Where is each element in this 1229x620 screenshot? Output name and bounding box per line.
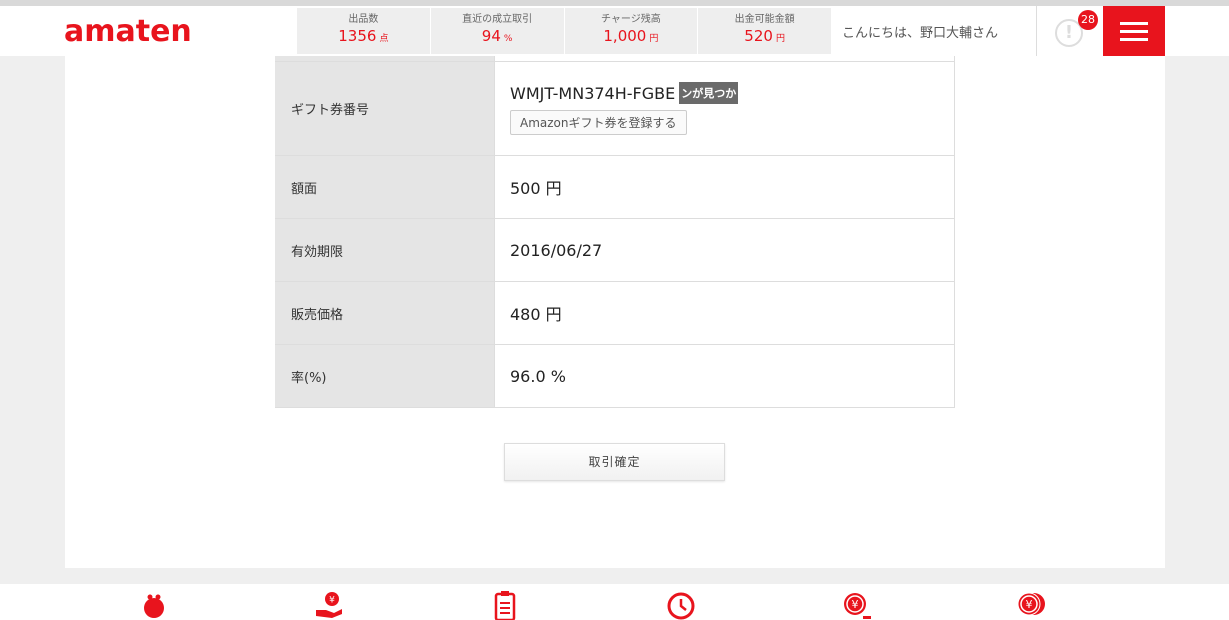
table-row-price: 販売価格 480 円: [275, 282, 955, 345]
transaction-detail-table: ギフト券番号 WMJT-MN374H-FGBE ンが見つか Amazonギフト券…: [275, 56, 955, 408]
stat-label: 出品数: [348, 14, 379, 25]
row-label: 販売価格: [275, 282, 495, 344]
stat-value: 1356: [338, 27, 377, 45]
stat-listings[interactable]: 出品数 1356 点: [297, 8, 431, 54]
notifications-button[interactable]: ! 28: [1036, 6, 1103, 56]
value-cell: [495, 56, 955, 61]
row-value: 500 円: [495, 156, 955, 218]
yen-coins-icon[interactable]: ¥: [1016, 590, 1046, 620]
footer-nav: ¥ ¥ ¥: [0, 584, 1229, 620]
row-value: 2016/06/27: [495, 219, 955, 281]
table-row-rate: 率(%) 96.0 %: [275, 345, 955, 408]
row-label: ギフト券番号: [275, 62, 495, 155]
register-amazon-gift-button[interactable]: Amazonギフト券を登録する: [510, 110, 687, 135]
stat-withdrawable[interactable]: 出金可能金額 520 円: [698, 8, 831, 54]
menu-bar-icon: [1120, 22, 1148, 25]
clock-icon[interactable]: [666, 590, 696, 620]
stat-unit: 円: [775, 34, 785, 44]
gift-code: WMJT-MN374H-FGBE: [510, 83, 676, 103]
svg-text:¥: ¥: [852, 598, 859, 611]
svg-text:¥: ¥: [329, 596, 335, 606]
site-header: amaten 出品数 1356 点 直近の成立取引 94% チャージ残高 1,00…: [0, 6, 1229, 56]
row-label: 額面: [275, 156, 495, 218]
stat-label: 出金可能金額: [734, 14, 795, 25]
stat-recent-trades[interactable]: 直近の成立取引 94%: [431, 8, 565, 54]
row-value: 480 円: [495, 282, 955, 344]
hand-yen-icon[interactable]: ¥: [314, 590, 344, 620]
row-value: 96.0 %: [495, 345, 955, 407]
table-row-face-value: 額面 500 円: [275, 156, 955, 219]
logo[interactable]: amaten: [64, 14, 192, 49]
stats-bar: 出品数 1356 点 直近の成立取引 94% チャージ残高 1,000 円 出金可能…: [297, 8, 831, 54]
table-row-expiry: 有効期限 2016/06/27: [275, 219, 955, 282]
clipboard-icon[interactable]: [490, 590, 520, 620]
code-overlay-tag: ンが見つか: [679, 82, 739, 104]
hamburger-menu-button[interactable]: [1103, 6, 1165, 56]
user-greeting: こんにちは、野口大輔さん: [842, 26, 999, 41]
svg-text:¥: ¥: [1026, 598, 1033, 611]
row-label: 率(%): [275, 345, 495, 407]
stat-value: 94: [481, 27, 501, 45]
yen-search-icon[interactable]: ¥: [841, 590, 871, 620]
stat-unit: %: [503, 34, 513, 44]
stat-charge-balance[interactable]: チャージ残高 1,000 円: [565, 8, 699, 54]
menu-bar-icon: [1120, 38, 1148, 41]
value-cell: WMJT-MN374H-FGBE ンが見つか Amazonギフト券を登録する: [495, 62, 955, 155]
row-label: 有効期限: [275, 219, 495, 281]
table-row-gift-code: ギフト券番号 WMJT-MN374H-FGBE ンが見つか Amazonギフト券…: [275, 62, 955, 156]
stat-label: チャージ残高: [601, 14, 661, 25]
stat-label: 直近の成立取引: [462, 14, 533, 25]
notification-badge: 28: [1078, 10, 1098, 30]
stat-unit: 円: [649, 34, 659, 44]
stat-value: 520: [744, 27, 773, 45]
confirm-transaction-button[interactable]: 取引確定: [504, 443, 725, 481]
menu-bar-icon: [1120, 30, 1148, 33]
stat-unit: 点: [379, 34, 389, 44]
main-content: ギフト券番号 WMJT-MN374H-FGBE ンが見つか Amazonギフト券…: [65, 56, 1165, 568]
stat-value: 1,000: [603, 27, 647, 45]
header-cell: [275, 56, 495, 61]
gift-code-line: WMJT-MN374H-FGBE ンが見つか: [510, 82, 739, 104]
coin-purse-icon[interactable]: [139, 590, 169, 620]
